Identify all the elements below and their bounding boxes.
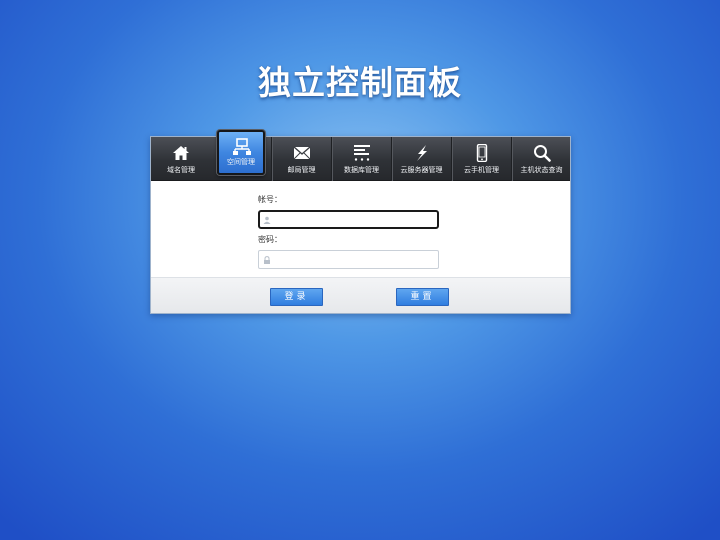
top-nav: 域名管理 空间管理 邮局管理 数据库管理 云服务器管理 云手机管理 主机状态查询 [151, 130, 571, 181]
nav-item-domain[interactable]: 域名管理 [151, 137, 211, 181]
nav-label-mail: 邮局管理 [287, 166, 316, 174]
login-panel: 域名管理 空间管理 邮局管理 数据库管理 云服务器管理 云手机管理 主机状态查询… [150, 130, 571, 314]
lock-icon [264, 256, 270, 264]
nav-item-database[interactable]: 数据库管理 [331, 137, 391, 181]
password-label: 密码： [258, 235, 282, 244]
login-button[interactable]: 登录 [270, 288, 323, 306]
lightning-icon [417, 145, 427, 161]
page-title: 独立控制面板 [258, 63, 462, 102]
network-icon [233, 138, 251, 155]
nav-label-cloud-server: 云服务器管理 [400, 166, 443, 174]
phone-icon [476, 144, 488, 162]
mail-icon [293, 146, 311, 160]
nav-label-domain: 域名管理 [167, 166, 195, 174]
nav-label-cloud-phone: 云手机管理 [464, 166, 499, 174]
reset-button[interactable]: 重置 [396, 288, 449, 306]
nav-item-cloud-server[interactable]: 云服务器管理 [391, 137, 451, 181]
nav-item-host-status[interactable]: 主机状态查询 [511, 137, 571, 181]
password-input[interactable] [258, 250, 439, 269]
nav-item-space[interactable]: 空间管理 [217, 130, 265, 175]
account-label: 帐号： [258, 195, 282, 204]
nav-item-cloud-phone[interactable]: 云手机管理 [451, 137, 511, 181]
search-icon [534, 145, 551, 162]
nav-label-host-status: 主机状态查询 [520, 166, 563, 174]
nav-item-mail[interactable]: 邮局管理 [271, 137, 331, 181]
database-list-icon [354, 145, 370, 161]
login-form: 帐号： 密码： [151, 181, 570, 277]
button-bar: 登录 重置 [151, 277, 570, 313]
nav-label-space: 空间管理 [227, 158, 255, 166]
nav-label-database: 数据库管理 [344, 166, 379, 174]
home-icon [173, 146, 189, 160]
user-icon [263, 216, 271, 224]
account-input[interactable] [258, 210, 439, 229]
